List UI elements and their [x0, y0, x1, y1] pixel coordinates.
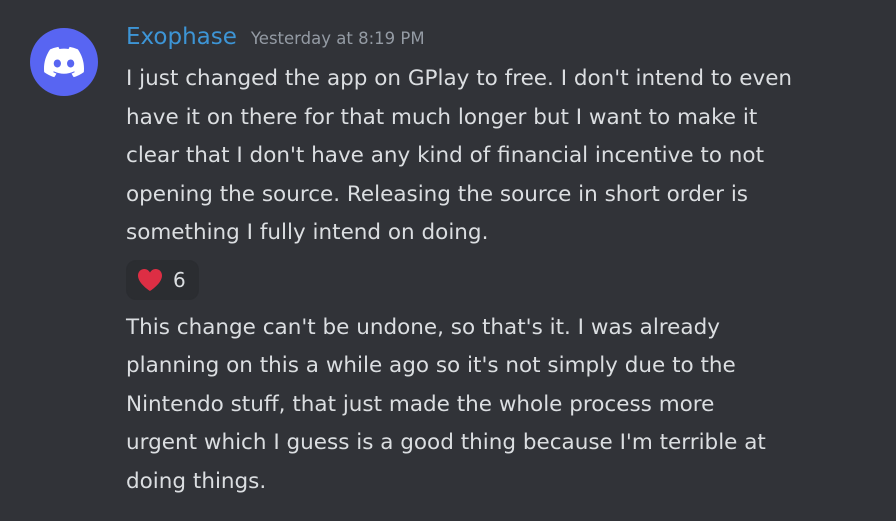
- timestamp[interactable]: Yesterday at 8:19 PM: [251, 29, 425, 48]
- discord-logo-icon: [44, 46, 84, 78]
- message-content: Exophase Yesterday at 8:19 PM I just cha…: [126, 24, 886, 501]
- message-header: Exophase Yesterday at 8:19 PM: [126, 24, 886, 58]
- heart-icon: [138, 268, 162, 291]
- message-text: This change can't be undone, so that's i…: [126, 314, 766, 494]
- avatar[interactable]: [30, 28, 98, 96]
- heart-reaction-button[interactable]: 6: [126, 259, 199, 300]
- message-text: I just changed the app on GPlay to free.…: [126, 66, 793, 245]
- message-group: Exophase Yesterday at 8:19 PM I just cha…: [0, 0, 896, 521]
- reactions-bar: 6: [126, 259, 886, 301]
- username[interactable]: Exophase: [126, 24, 237, 50]
- reaction-count: 6: [173, 267, 186, 292]
